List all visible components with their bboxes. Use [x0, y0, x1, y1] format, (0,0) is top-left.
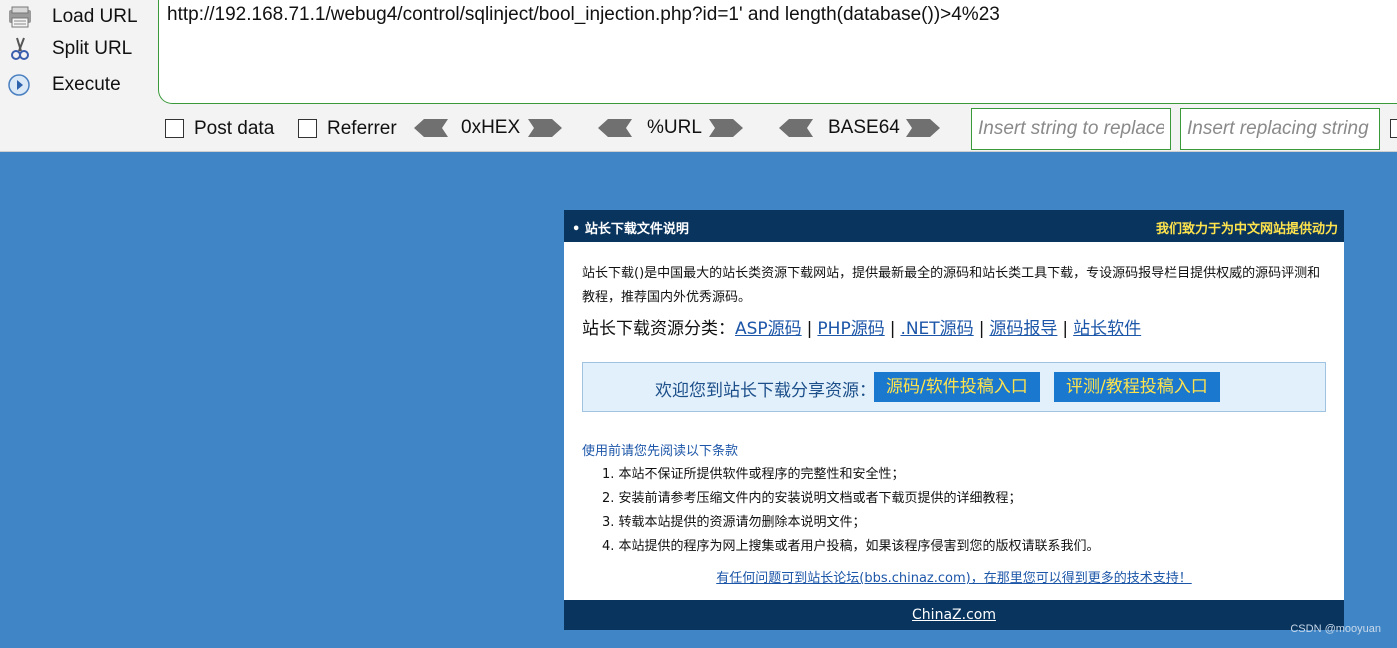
terms-item: 1. 本站不保证所提供软件或程序的完整性和安全性； [602, 467, 905, 482]
play-icon [8, 74, 30, 96]
hex-decode-arrow-icon[interactable] [414, 118, 448, 138]
panel-footer: ChinaZ.com [564, 600, 1344, 630]
post-data-checkbox[interactable] [165, 119, 184, 138]
url-value[interactable]: http://192.168.71.1/webug4/control/sqlin… [167, 4, 1000, 26]
load-url-button[interactable]: Load URL [0, 0, 150, 34]
replace-all-checkbox[interactable] [1390, 119, 1397, 138]
hackbar-toolbar: Load URL Split URL Execute http://192.16… [0, 0, 1397, 152]
terms-item: 2. 安装前请参考压缩文件内的安装说明文档或者下载页提供的详细教程； [602, 491, 1022, 506]
base64-label: BASE64 [828, 117, 900, 138]
hex-label: 0xHEX [461, 117, 521, 138]
category-link-dotnet[interactable]: .NET源码 [900, 319, 973, 339]
load-url-label: Load URL [52, 6, 138, 27]
csdn-watermark: CSDN @mooyuan [1290, 623, 1381, 635]
hex-encode-arrow-icon[interactable] [528, 118, 562, 138]
referrer-label[interactable]: Referrer [327, 118, 397, 140]
review-submit-button[interactable]: 评测/教程投稿入口 [1054, 372, 1220, 402]
scissors-icon [11, 37, 29, 60]
category-link-news[interactable]: 源码报导 [989, 319, 1057, 339]
url-encode-arrow-icon[interactable] [709, 118, 743, 138]
terms-title: 使用前请您先阅读以下条款 [582, 444, 739, 459]
category-separator: | [889, 319, 896, 339]
url-textarea[interactable]: http://192.168.71.1/webug4/control/sqlin… [158, 0, 1397, 104]
category-separator: | [1062, 319, 1069, 339]
terms-item: 4. 本站提供的程序为网上搜集或者用户投稿，如果该程序侵害到您的版权请联系我们。 [602, 539, 1100, 554]
panel-slogan: 我们致力于为中文网站提供动力 [1155, 222, 1338, 237]
panel-title: • 站长下载文件说明 [572, 222, 689, 237]
source-submit-button[interactable]: 源码/软件投稿入口 [874, 372, 1040, 402]
terms-item: 3. 转载本站提供的资源请勿删除本说明文件； [602, 515, 866, 530]
execute-label: Execute [52, 74, 121, 95]
base64-decode-arrow-icon[interactable] [779, 118, 813, 138]
replace-string-input[interactable] [971, 108, 1171, 150]
category-separator: | [978, 319, 985, 339]
category-link-php[interactable]: PHP源码 [817, 319, 884, 339]
base64-encode-arrow-icon[interactable] [906, 118, 940, 138]
load-url-icon [9, 6, 31, 28]
chinaz-link[interactable]: ChinaZ.com [564, 607, 1344, 623]
share-resource-box: 欢迎您到站长下载分享资源： 源码/软件投稿入口 评测/教程投稿入口 [582, 362, 1326, 412]
execute-button[interactable]: Execute [0, 68, 150, 102]
categories-label: 站长下载资源分类： [582, 319, 735, 339]
category-link-software[interactable]: 站长软件 [1073, 319, 1141, 339]
url-encode-label: %URL [647, 117, 702, 138]
share-label: 欢迎您到站长下载分享资源： [655, 381, 876, 401]
replacing-string-input[interactable] [1180, 108, 1380, 150]
url-decode-arrow-icon[interactable] [598, 118, 632, 138]
category-link-asp[interactable]: ASP源码 [735, 319, 802, 339]
download-notice-panel: • 站长下载文件说明 我们致力于为中文网站提供动力 站长下载()是中国最大的站长… [564, 210, 1344, 630]
forum-link[interactable]: 有任何问题可到站长论坛(bbs.chinaz.com)，在那里您可以得到更多的技… [564, 567, 1344, 586]
category-separator: | [806, 319, 813, 339]
intro-text: 站长下载()是中国最大的站长类资源下载网站，提供最新最全的源码和站长类工具下载，… [582, 266, 1321, 305]
split-url-label: Split URL [52, 38, 133, 59]
category-links: 站长下载资源分类：ASP源码 | PHP源码 | .NET源码 | 源码报导 | 站长软件 [582, 314, 1141, 339]
panel-header: • 站长下载文件说明 我们致力于为中文网站提供动力 [564, 210, 1344, 242]
referrer-checkbox[interactable] [298, 119, 317, 138]
terms-list: 1. 本站不保证所提供软件或程序的完整性和安全性； 2. 安装前请参考压缩文件内… [602, 463, 1100, 559]
post-data-label[interactable]: Post data [194, 118, 274, 140]
split-url-button[interactable]: Split URL [0, 32, 150, 66]
